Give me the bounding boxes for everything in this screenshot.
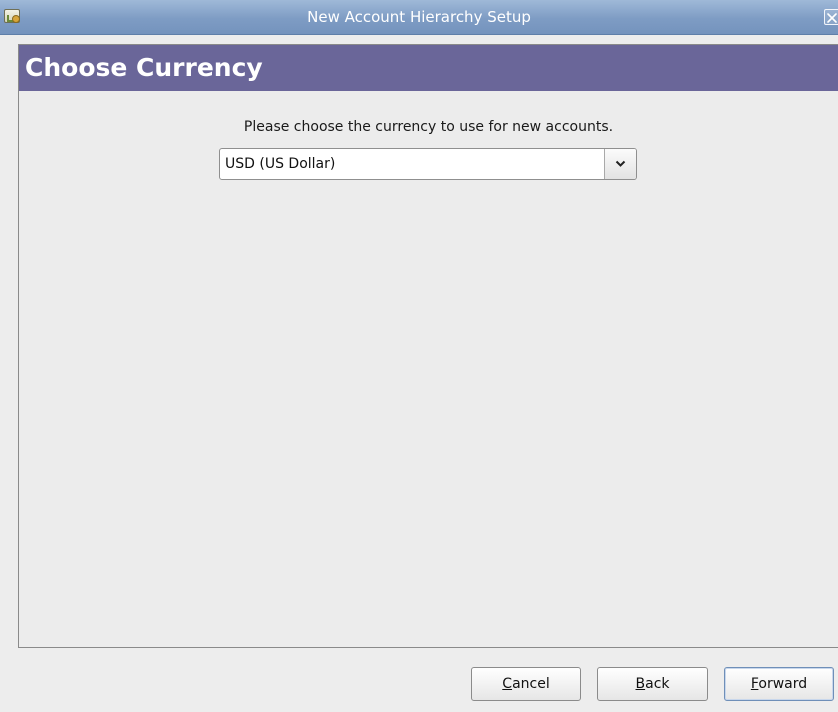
forward-label: orward — [758, 676, 808, 692]
back-label: ack — [645, 676, 670, 692]
currency-selected-value: USD (US Dollar) — [225, 156, 336, 172]
cancel-button[interactable]: Cancel — [471, 667, 581, 701]
title-bar[interactable]: New Account Hierarchy Setup — [0, 0, 838, 35]
close-icon[interactable] — [824, 9, 838, 25]
forward-button[interactable]: Forward — [724, 667, 834, 701]
chevron-down-icon — [615, 160, 626, 167]
currency-dropdown-button[interactable] — [604, 149, 636, 179]
window-title: New Account Hierarchy Setup — [307, 8, 531, 26]
cancel-mnemonic: C — [502, 676, 513, 692]
assistant-page: Choose Currency Please choose the curren… — [18, 44, 838, 648]
assistant-window: New Account Hierarchy Setup Choose Curre… — [0, 0, 838, 712]
page-title: Choose Currency — [25, 53, 263, 82]
currency-combo[interactable]: USD (US Dollar) — [219, 148, 637, 180]
back-button[interactable]: Back — [597, 667, 708, 701]
cancel-label: ancel — [512, 676, 550, 692]
page-header: Choose Currency — [19, 45, 838, 91]
back-mnemonic: B — [635, 676, 646, 692]
currency-prompt: Please choose the currency to use for ne… — [243, 119, 614, 135]
